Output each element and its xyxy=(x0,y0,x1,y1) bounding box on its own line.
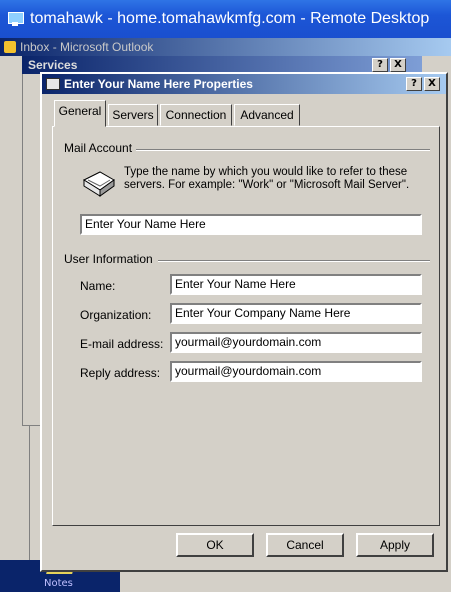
tab-servers[interactable]: Servers xyxy=(108,104,158,126)
user-info-group-label: User Information xyxy=(64,252,157,266)
organization-label: Organization: xyxy=(80,308,152,322)
mail-account-icon xyxy=(82,171,115,197)
services-title: Services xyxy=(28,58,78,72)
dialog-title: Enter Your Name Here Properties xyxy=(64,77,253,91)
services-close-button[interactable]: X xyxy=(390,58,406,72)
ok-button[interactable]: OK xyxy=(176,533,254,557)
account-name-input[interactable]: Enter Your Name Here xyxy=(80,214,422,235)
mail-account-description: Type the name by which you would like to… xyxy=(124,166,410,191)
remote-desktop-title: tomahawk - home.tomahawkmfg.com - Remote… xyxy=(30,10,430,27)
email-label: E-mail address: xyxy=(80,337,164,351)
services-help-button[interactable]: ? xyxy=(372,58,388,72)
dialog-icon xyxy=(46,78,60,90)
organization-input[interactable]: Enter Your Company Name Here xyxy=(170,303,422,324)
outlook-icon xyxy=(4,41,16,53)
dialog-close-button[interactable]: X xyxy=(424,77,440,91)
remote-desktop-title-bar[interactable]: tomahawk - home.tomahawkmfg.com - Remote… xyxy=(0,0,451,38)
reply-address-label: Reply address: xyxy=(80,366,161,380)
remote-desktop-icon xyxy=(6,10,24,28)
email-input[interactable]: yourmail@yourdomain.com xyxy=(170,332,422,353)
reply-address-input[interactable]: yourmail@yourdomain.com xyxy=(170,361,422,382)
mail-account-group-label: Mail Account xyxy=(64,141,137,155)
name-label: Name: xyxy=(80,279,116,293)
user-info-divider xyxy=(158,260,430,262)
dialog-help-button[interactable]: ? xyxy=(406,77,422,91)
tab-advanced[interactable]: Advanced xyxy=(234,104,300,126)
tab-connection[interactable]: Connection xyxy=(160,104,232,126)
name-input[interactable]: Enter Your Name Here xyxy=(170,274,422,295)
outlook-title-bar[interactable]: Inbox - Microsoft Outlook xyxy=(0,38,451,56)
dialog-title-bar[interactable]: Enter Your Name Here Properties xyxy=(42,74,446,94)
cancel-button[interactable]: Cancel xyxy=(266,533,344,557)
outlook-title: Inbox - Microsoft Outlook xyxy=(20,40,154,54)
mail-account-divider xyxy=(136,149,430,151)
notes-label[interactable]: Notes xyxy=(44,578,73,589)
apply-button[interactable]: Apply xyxy=(356,533,434,557)
tab-general[interactable]: General xyxy=(54,100,106,127)
